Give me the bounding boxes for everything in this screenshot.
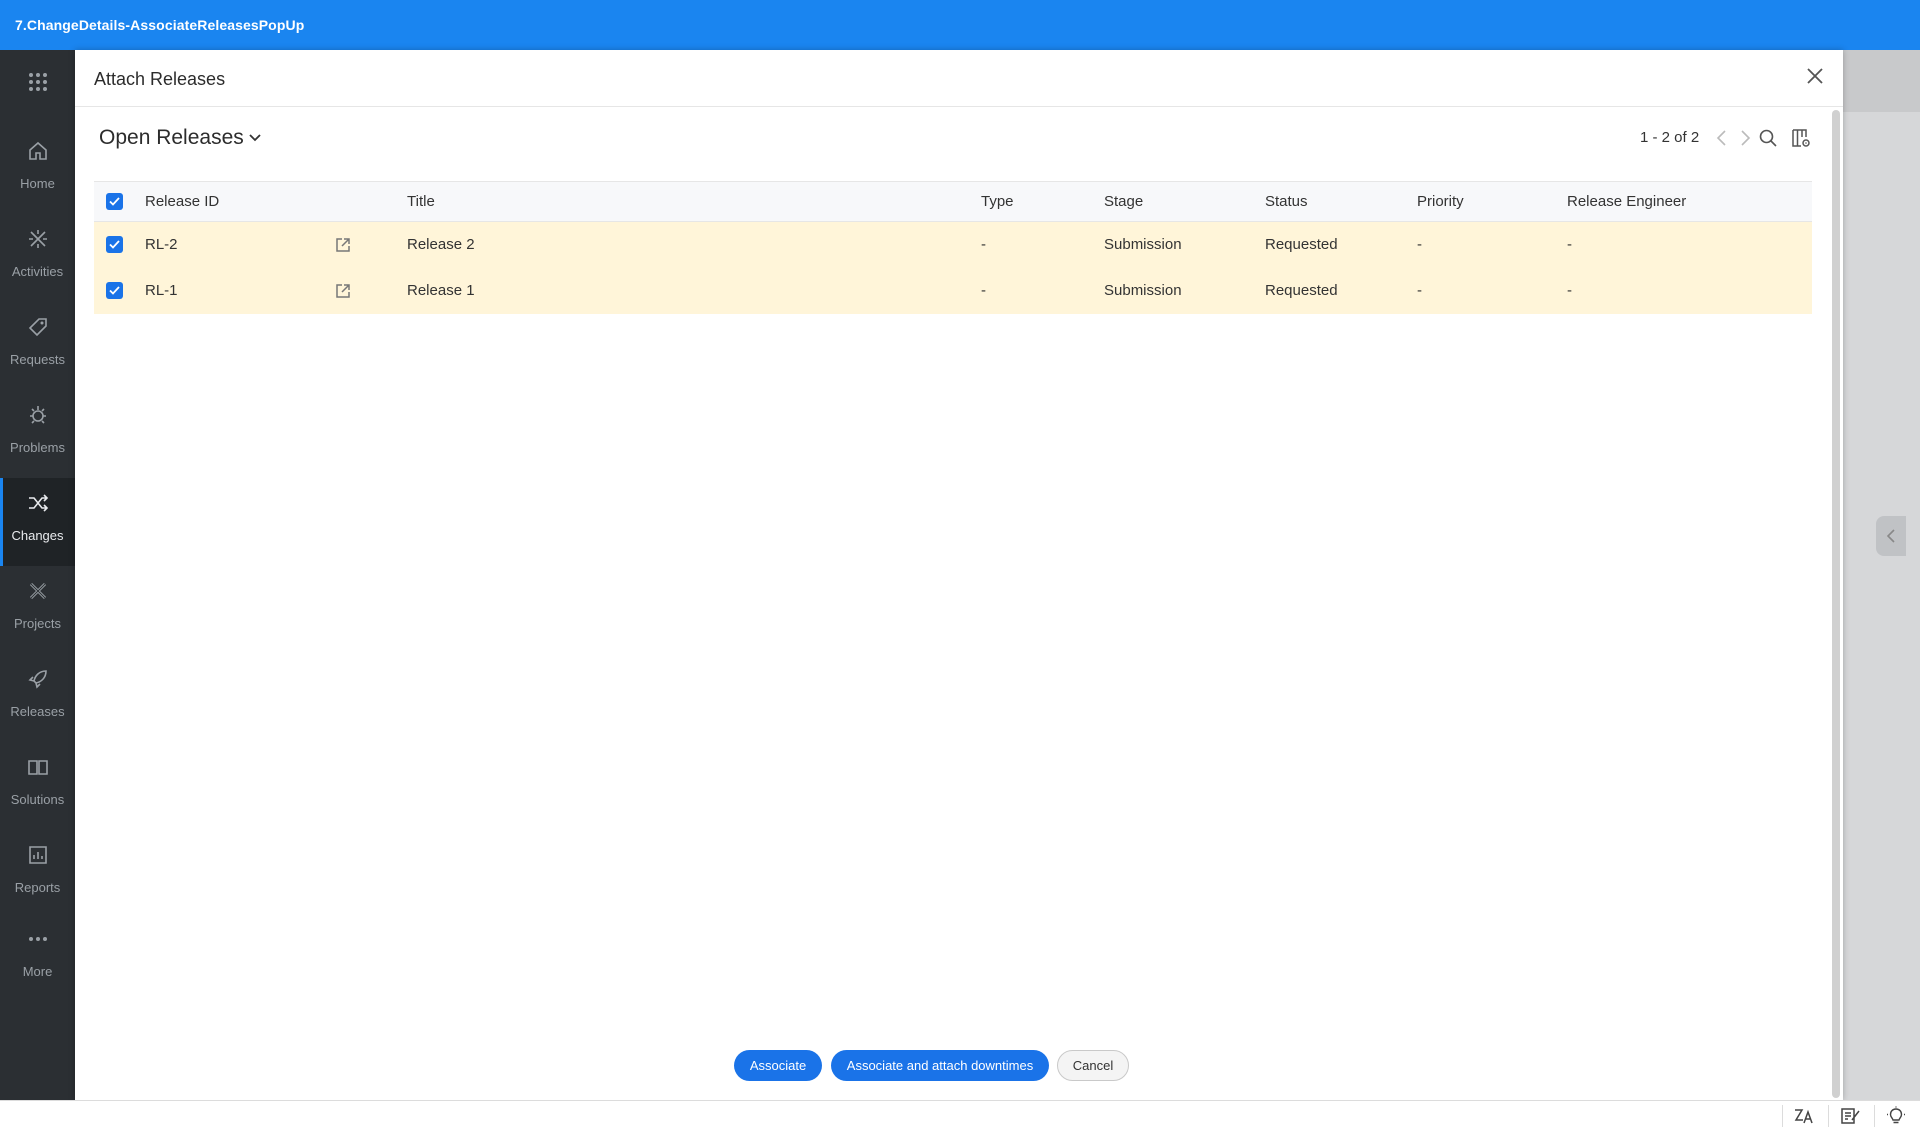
sidebar-item-problems[interactable]: Problems (0, 390, 75, 478)
associate-button[interactable]: Associate (734, 1050, 822, 1081)
attach-releases-dialog: Attach Releases Open Releases 1 - 2 of 2… (75, 50, 1843, 1100)
sidebar-item-changes[interactable]: Changes (0, 478, 75, 566)
column-header-title[interactable]: Title (407, 193, 435, 210)
app-grid-icon[interactable] (28, 72, 48, 92)
sidebar-item-label: Home (20, 176, 55, 191)
cell-priority: - (1417, 236, 1422, 253)
sidebar-item-more[interactable]: More (0, 914, 75, 1002)
view-selector-label: Open Releases (99, 126, 244, 149)
open-in-new-tab-icon[interactable] (334, 282, 352, 300)
sidebar-item-label: Solutions (10, 792, 65, 807)
sidebar-item-label: Projects (14, 616, 61, 631)
search-icon[interactable] (1758, 128, 1778, 148)
checkmark-icon (109, 286, 120, 295)
view-selector-dropdown[interactable]: Open Releases (99, 126, 262, 150)
table-row[interactable]: RL-1 Release 1 - Submission Requested - … (94, 268, 1812, 314)
status-bar-divider (1874, 1105, 1875, 1127)
associate-and-attach-downtimes-button[interactable]: Associate and attach downtimes (831, 1050, 1049, 1081)
changes-icon (29, 494, 49, 512)
cell-release-id: RL-2 (145, 236, 178, 253)
sidebar-item-releases[interactable]: Releases (0, 654, 75, 742)
column-header-status[interactable]: Status (1265, 193, 1308, 210)
solutions-icon (28, 760, 48, 775)
requests-icon (28, 318, 47, 337)
translate-icon[interactable] (1793, 1106, 1815, 1126)
sidebar-item-projects[interactable]: Projects (0, 566, 75, 654)
more-icon (29, 937, 47, 941)
table-header-row: Release ID Title Type Stage Status Prior… (94, 181, 1812, 222)
sidebar-item-home[interactable]: Home (0, 126, 75, 214)
cell-release-id: RL-1 (145, 282, 178, 299)
status-bar-divider (1782, 1105, 1783, 1127)
row-checkbox[interactable] (106, 236, 123, 253)
sidebar-item-reports[interactable]: Reports (0, 830, 75, 918)
activities-icon (29, 230, 47, 248)
status-bar-divider (1828, 1105, 1829, 1127)
reports-icon (29, 846, 47, 864)
column-header-priority[interactable]: Priority (1417, 193, 1464, 210)
sidebar-item-label: Requests (10, 352, 65, 367)
sidebar-item-label: Releases (10, 704, 65, 719)
row-checkbox[interactable] (106, 282, 123, 299)
cell-release-engineer: - (1567, 282, 1572, 299)
sidebar-item-solutions[interactable]: Solutions (0, 742, 75, 830)
checkmark-icon (109, 240, 120, 249)
releases-table: Release ID Title Type Stage Status Prior… (94, 181, 1812, 314)
projects-icon (29, 582, 47, 600)
cell-type: - (981, 236, 986, 253)
chevron-left-icon (1886, 529, 1895, 543)
window-title: 7.ChangeDetails-AssociateReleasesPopUp (15, 17, 305, 33)
dialog-title: Attach Releases (94, 69, 226, 89)
dialog-header: Attach Releases (75, 50, 1843, 107)
sidebar-item-activities[interactable]: Activities (0, 214, 75, 302)
column-header-type[interactable]: Type (981, 193, 1014, 210)
cell-priority: - (1417, 282, 1422, 299)
status-bar (0, 1100, 1920, 1130)
open-in-new-tab-icon[interactable] (334, 236, 352, 254)
sidebar-item-label: More (22, 964, 53, 979)
cell-stage: Submission (1104, 282, 1182, 299)
lightbulb-icon[interactable] (1885, 1106, 1907, 1126)
pagination-summary: 1 - 2 of 2 (1640, 129, 1700, 146)
background-panel (1843, 112, 1920, 1100)
cancel-button[interactable]: Cancel (1057, 1050, 1129, 1081)
collapse-panel-handle (1876, 516, 1906, 556)
select-all-checkbox[interactable] (106, 193, 123, 210)
cell-stage: Submission (1104, 236, 1182, 253)
chevron-down-icon (249, 134, 261, 142)
next-page-icon[interactable] (1735, 128, 1755, 148)
home-icon (29, 141, 47, 160)
column-settings-icon[interactable] (1791, 128, 1811, 148)
sidebar-item-label: Reports (14, 880, 61, 895)
cell-status: Requested (1265, 282, 1338, 299)
table-row[interactable]: RL-2 Release 2 - Submission Requested - … (94, 222, 1812, 268)
sidebar: Home Activities Requests Problems Change… (0, 50, 75, 1100)
cell-title: Release 1 (407, 282, 475, 299)
cell-status: Requested (1265, 236, 1338, 253)
sidebar-item-label: Activities (11, 264, 64, 279)
column-header-stage[interactable]: Stage (1104, 193, 1143, 210)
close-icon[interactable] (1803, 64, 1827, 88)
releases-icon (28, 670, 47, 689)
dialog-footer: Associate Associate and attach downtimes… (75, 1050, 1843, 1084)
notes-icon[interactable] (1839, 1106, 1861, 1126)
column-header-release-engineer[interactable]: Release Engineer (1567, 193, 1686, 210)
sidebar-item-label: Changes (11, 528, 64, 543)
problems-icon (30, 406, 46, 424)
previous-page-icon[interactable] (1712, 128, 1732, 148)
cell-type: - (981, 282, 986, 299)
dialog-scrollbar[interactable] (1832, 110, 1840, 1098)
sidebar-item-requests[interactable]: Requests (0, 302, 75, 390)
checkmark-icon (109, 197, 120, 206)
cell-release-engineer: - (1567, 236, 1572, 253)
cell-title: Release 2 (407, 236, 475, 253)
window-titlebar: 7.ChangeDetails-AssociateReleasesPopUp (0, 0, 1920, 50)
sidebar-item-label: Problems (10, 440, 65, 455)
column-header-release-id[interactable]: Release ID (145, 193, 219, 210)
